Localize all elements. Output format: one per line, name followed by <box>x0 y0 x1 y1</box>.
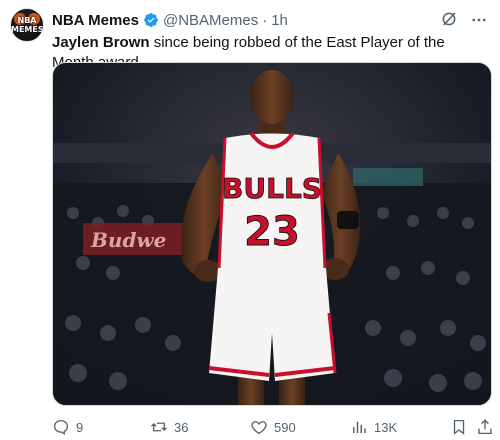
bookmark-icon <box>453 419 465 435</box>
more-options-icon[interactable] <box>470 11 488 29</box>
share-icon <box>478 419 492 435</box>
views-count: 13K <box>374 419 398 435</box>
tweet-actions: 9 36 590 13K <box>52 416 492 438</box>
display-name[interactable]: NBA Memes <box>52 12 139 29</box>
timestamp[interactable]: 1h <box>271 12 288 29</box>
repost-icon <box>151 422 167 432</box>
repost-button[interactable]: 36 <box>150 418 188 436</box>
verified-badge-icon <box>144 13 158 27</box>
handle[interactable]: @NBAMemes <box>163 12 258 29</box>
banner-text: Budwe <box>90 228 166 252</box>
tweet-text-bold: Jaylen Brown <box>52 34 150 51</box>
like-button[interactable]: 590 <box>250 418 296 436</box>
tweet-image[interactable]: Budwe BULLS 23 <box>52 62 492 406</box>
heart-icon <box>251 421 267 435</box>
jersey-number-text: 23 <box>244 209 300 255</box>
repost-count: 36 <box>174 419 189 435</box>
avatar-logo-line1: NBA <box>17 16 37 25</box>
basketball-player-illustration: Budwe BULLS 23 <box>53 63 491 405</box>
avatar-logo: NBA MEMES <box>11 16 43 34</box>
avatar-logo-line2: MEMES <box>11 25 44 34</box>
tweet-header: NBA Memes @NBAMemes · 1h <box>52 10 490 30</box>
jersey-team-text: BULLS <box>222 172 322 205</box>
reply-icon <box>53 419 69 436</box>
grok-icon[interactable] <box>440 10 458 28</box>
views-icon <box>353 421 366 433</box>
share-button[interactable] <box>476 418 494 436</box>
bookmark-button[interactable] <box>450 418 468 436</box>
reply-count: 9 <box>76 419 84 435</box>
like-count: 590 <box>274 419 296 435</box>
views-button[interactable]: 13K <box>350 418 397 436</box>
separator-dot: · <box>262 11 268 29</box>
reply-button[interactable]: 9 <box>52 418 83 436</box>
avatar[interactable]: NBA MEMES <box>10 8 44 42</box>
